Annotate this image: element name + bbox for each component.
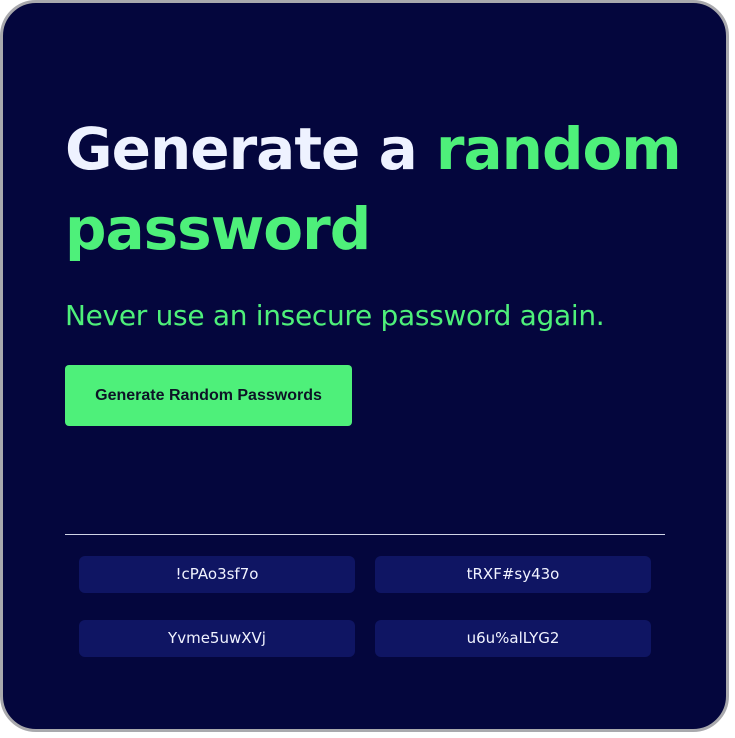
password-option[interactable]: tRXF#sy43o [375, 556, 651, 593]
divider [65, 534, 665, 535]
title-prefix: Generate a [65, 115, 436, 183]
subtitle: Never use an insecure password again. [65, 299, 605, 332]
page-title: Generate a random password [65, 109, 685, 269]
generate-passwords-button[interactable]: Generate Random Passwords [65, 365, 352, 426]
password-option[interactable]: !cPAo3sf7o [79, 556, 355, 593]
password-option[interactable]: Yvme5uwXVj [79, 620, 355, 657]
password-option[interactable]: u6u%alLYG2 [375, 620, 651, 657]
password-generator-card: Generate a random password Never use an … [0, 0, 729, 732]
